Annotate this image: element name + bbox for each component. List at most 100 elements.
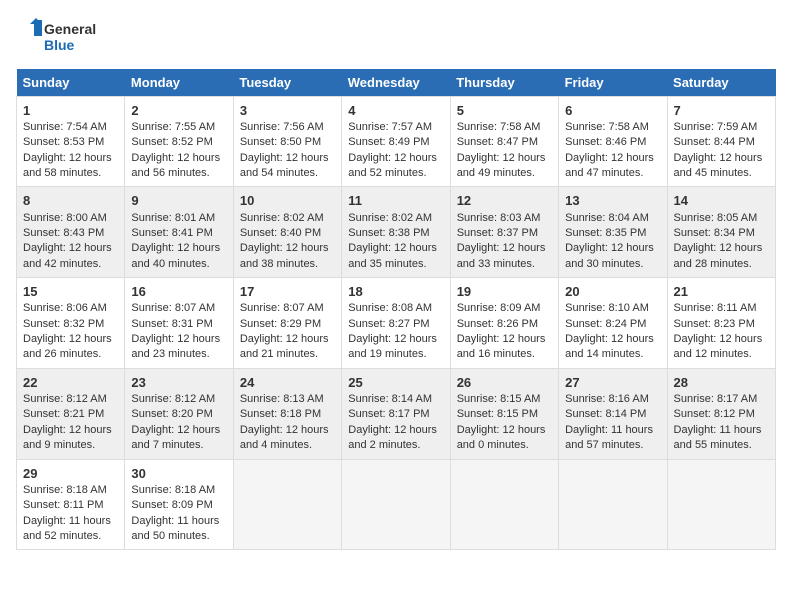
daylight-text: and 54 minutes. [240, 167, 318, 179]
day-number: 7 [674, 102, 769, 120]
day-number: 3 [240, 102, 335, 120]
sunset-text: Sunset: 8:40 PM [240, 227, 321, 239]
daylight-text: and 7 minutes. [131, 439, 203, 451]
day-number: 9 [131, 192, 226, 210]
sunset-text: Sunset: 8:32 PM [23, 318, 104, 330]
daylight-text: Daylight: 12 hours [674, 152, 763, 164]
sunset-text: Sunset: 8:21 PM [23, 408, 104, 420]
daylight-text: and 0 minutes. [457, 439, 529, 451]
daylight-text: Daylight: 11 hours [674, 424, 762, 436]
svg-text:Blue: Blue [44, 37, 75, 53]
sunrise-text: Sunrise: 7:58 AM [457, 121, 541, 133]
calendar-cell: 13Sunrise: 8:04 AMSunset: 8:35 PMDayligh… [559, 187, 667, 278]
day-number: 21 [674, 283, 769, 301]
calendar-cell: 6Sunrise: 7:58 AMSunset: 8:46 PMDaylight… [559, 96, 667, 187]
sunset-text: Sunset: 8:27 PM [348, 318, 429, 330]
calendar-cell: 1Sunrise: 7:54 AMSunset: 8:53 PMDaylight… [17, 96, 125, 187]
sunrise-text: Sunrise: 8:10 AM [565, 302, 649, 314]
sunrise-text: Sunrise: 8:07 AM [131, 302, 215, 314]
daylight-text: Daylight: 12 hours [131, 333, 220, 345]
calendar-week-row: 15Sunrise: 8:06 AMSunset: 8:32 PMDayligh… [17, 278, 776, 369]
sunrise-text: Sunrise: 8:09 AM [457, 302, 541, 314]
daylight-text: Daylight: 12 hours [348, 242, 437, 254]
calendar-week-row: 22Sunrise: 8:12 AM Sunset: 8:21 PM Dayligh… [17, 368, 776, 459]
sunrise-text: Sunrise: 8:17 AM [674, 393, 758, 405]
calendar-week-row: 1Sunrise: 7:54 AMSunset: 8:53 PMDaylight… [17, 96, 776, 187]
daylight-text: Daylight: 12 hours [457, 333, 546, 345]
calendar-cell [342, 459, 450, 550]
page-header: General Blue [16, 16, 776, 59]
sunrise-text: Sunrise: 8:12 AM [23, 393, 107, 405]
sunrise-text: Sunrise: 8:00 AM [23, 212, 107, 224]
sunset-text: Sunset: 8:24 PM [565, 318, 646, 330]
calendar-cell: 7Sunrise: 7:59 AMSunset: 8:44 PMDaylight… [667, 96, 775, 187]
calendar-cell: 21Sunrise: 8:11 AMSunset: 8:23 PMDayligh… [667, 278, 775, 369]
daylight-text: Daylight: 12 hours [240, 333, 329, 345]
day-number: 20 [565, 283, 660, 301]
day-number: 22 [23, 374, 118, 392]
day-number: 14 [674, 192, 769, 210]
sunrise-text: Sunrise: 7:58 AM [565, 121, 649, 133]
day-number: 1 [23, 102, 118, 120]
calendar-cell [233, 459, 341, 550]
calendar-cell: 29Sunrise: 8:18 AMSunset: 8:11 PMDayligh… [17, 459, 125, 550]
sunrise-text: Sunrise: 8:16 AM [565, 393, 649, 405]
weekday-header-sunday: Sunday [17, 69, 125, 97]
sunset-text: Sunset: 8:41 PM [131, 227, 212, 239]
daylight-text: Daylight: 12 hours [348, 424, 437, 436]
daylight-text: and 33 minutes. [457, 258, 535, 270]
sunset-text: Sunset: 8:17 PM [348, 408, 429, 420]
sunrise-text: Sunrise: 8:08 AM [348, 302, 432, 314]
daylight-text: Daylight: 12 hours [565, 152, 654, 164]
day-number: 12 [457, 192, 552, 210]
calendar-cell: 30Sunrise: 8:18 AMSunset: 8:09 PMDayligh… [125, 459, 233, 550]
daylight-text: and 40 minutes. [131, 258, 209, 270]
daylight-text: and 35 minutes. [348, 258, 426, 270]
sunset-text: Sunset: 8:46 PM [565, 136, 646, 148]
day-number: 28 [674, 374, 769, 392]
daylight-text: and 52 minutes. [348, 167, 426, 179]
sunrise-text: Sunrise: 8:18 AM [23, 484, 107, 496]
weekday-header-saturday: Saturday [667, 69, 775, 97]
daylight-text: Daylight: 12 hours [131, 152, 220, 164]
daylight-text: and 30 minutes. [565, 258, 643, 270]
daylight-text: Daylight: 12 hours [23, 152, 112, 164]
day-number: 29 [23, 465, 118, 483]
day-number: 10 [240, 192, 335, 210]
daylight-text: Daylight: 12 hours [131, 424, 220, 436]
sunset-text: Sunset: 8:15 PM [457, 408, 538, 420]
calendar-week-row: 29Sunrise: 8:18 AMSunset: 8:11 PMDayligh… [17, 459, 776, 550]
daylight-text: and 55 minutes. [674, 439, 752, 451]
calendar-cell: 5Sunrise: 7:58 AMSunset: 8:47 PMDaylight… [450, 96, 558, 187]
daylight-text: and 47 minutes. [565, 167, 643, 179]
day-number: 4 [348, 102, 443, 120]
weekday-header-thursday: Thursday [450, 69, 558, 97]
day-number: 2 [131, 102, 226, 120]
daylight-text: Daylight: 12 hours [348, 152, 437, 164]
day-number: 15 [23, 283, 118, 301]
daylight-text: and 50 minutes. [131, 530, 209, 542]
calendar-cell: 11Sunrise: 8:02 AMSunset: 8:38 PMDayligh… [342, 187, 450, 278]
calendar-cell: 8Sunrise: 8:00 AMSunset: 8:43 PMDaylight… [17, 187, 125, 278]
sunset-text: Sunset: 8:53 PM [23, 136, 104, 148]
calendar-cell: 26Sunrise: 8:15 AMSunset: 8:15 PMDayligh… [450, 368, 558, 459]
daylight-text: and 2 minutes. [348, 439, 420, 451]
logo: General Blue [16, 16, 126, 59]
calendar-cell: 18Sunrise: 8:08 AMSunset: 8:27 PMDayligh… [342, 278, 450, 369]
calendar-cell: 2Sunrise: 7:55 AMSunset: 8:52 PMDaylight… [125, 96, 233, 187]
day-number: 13 [565, 192, 660, 210]
calendar-cell: 19Sunrise: 8:09 AMSunset: 8:26 PMDayligh… [450, 278, 558, 369]
sunset-text: Sunset: 8:50 PM [240, 136, 321, 148]
calendar-cell: 23Sunrise: 8:12 AMSunset: 8:20 PMDayligh… [125, 368, 233, 459]
daylight-text: and 49 minutes. [457, 167, 535, 179]
sunset-text: Sunset: 8:34 PM [674, 227, 755, 239]
daylight-text: Daylight: 12 hours [131, 242, 220, 254]
daylight-text: Daylight: 11 hours [565, 424, 653, 436]
daylight-text: Daylight: 12 hours [565, 242, 654, 254]
calendar-cell [450, 459, 558, 550]
weekday-header-tuesday: Tuesday [233, 69, 341, 97]
day-number: 25 [348, 374, 443, 392]
daylight-text: and 42 minutes. [23, 258, 101, 270]
sunrise-text: Sunrise: 7:56 AM [240, 121, 324, 133]
sunset-text: Sunset: 8:47 PM [457, 136, 538, 148]
